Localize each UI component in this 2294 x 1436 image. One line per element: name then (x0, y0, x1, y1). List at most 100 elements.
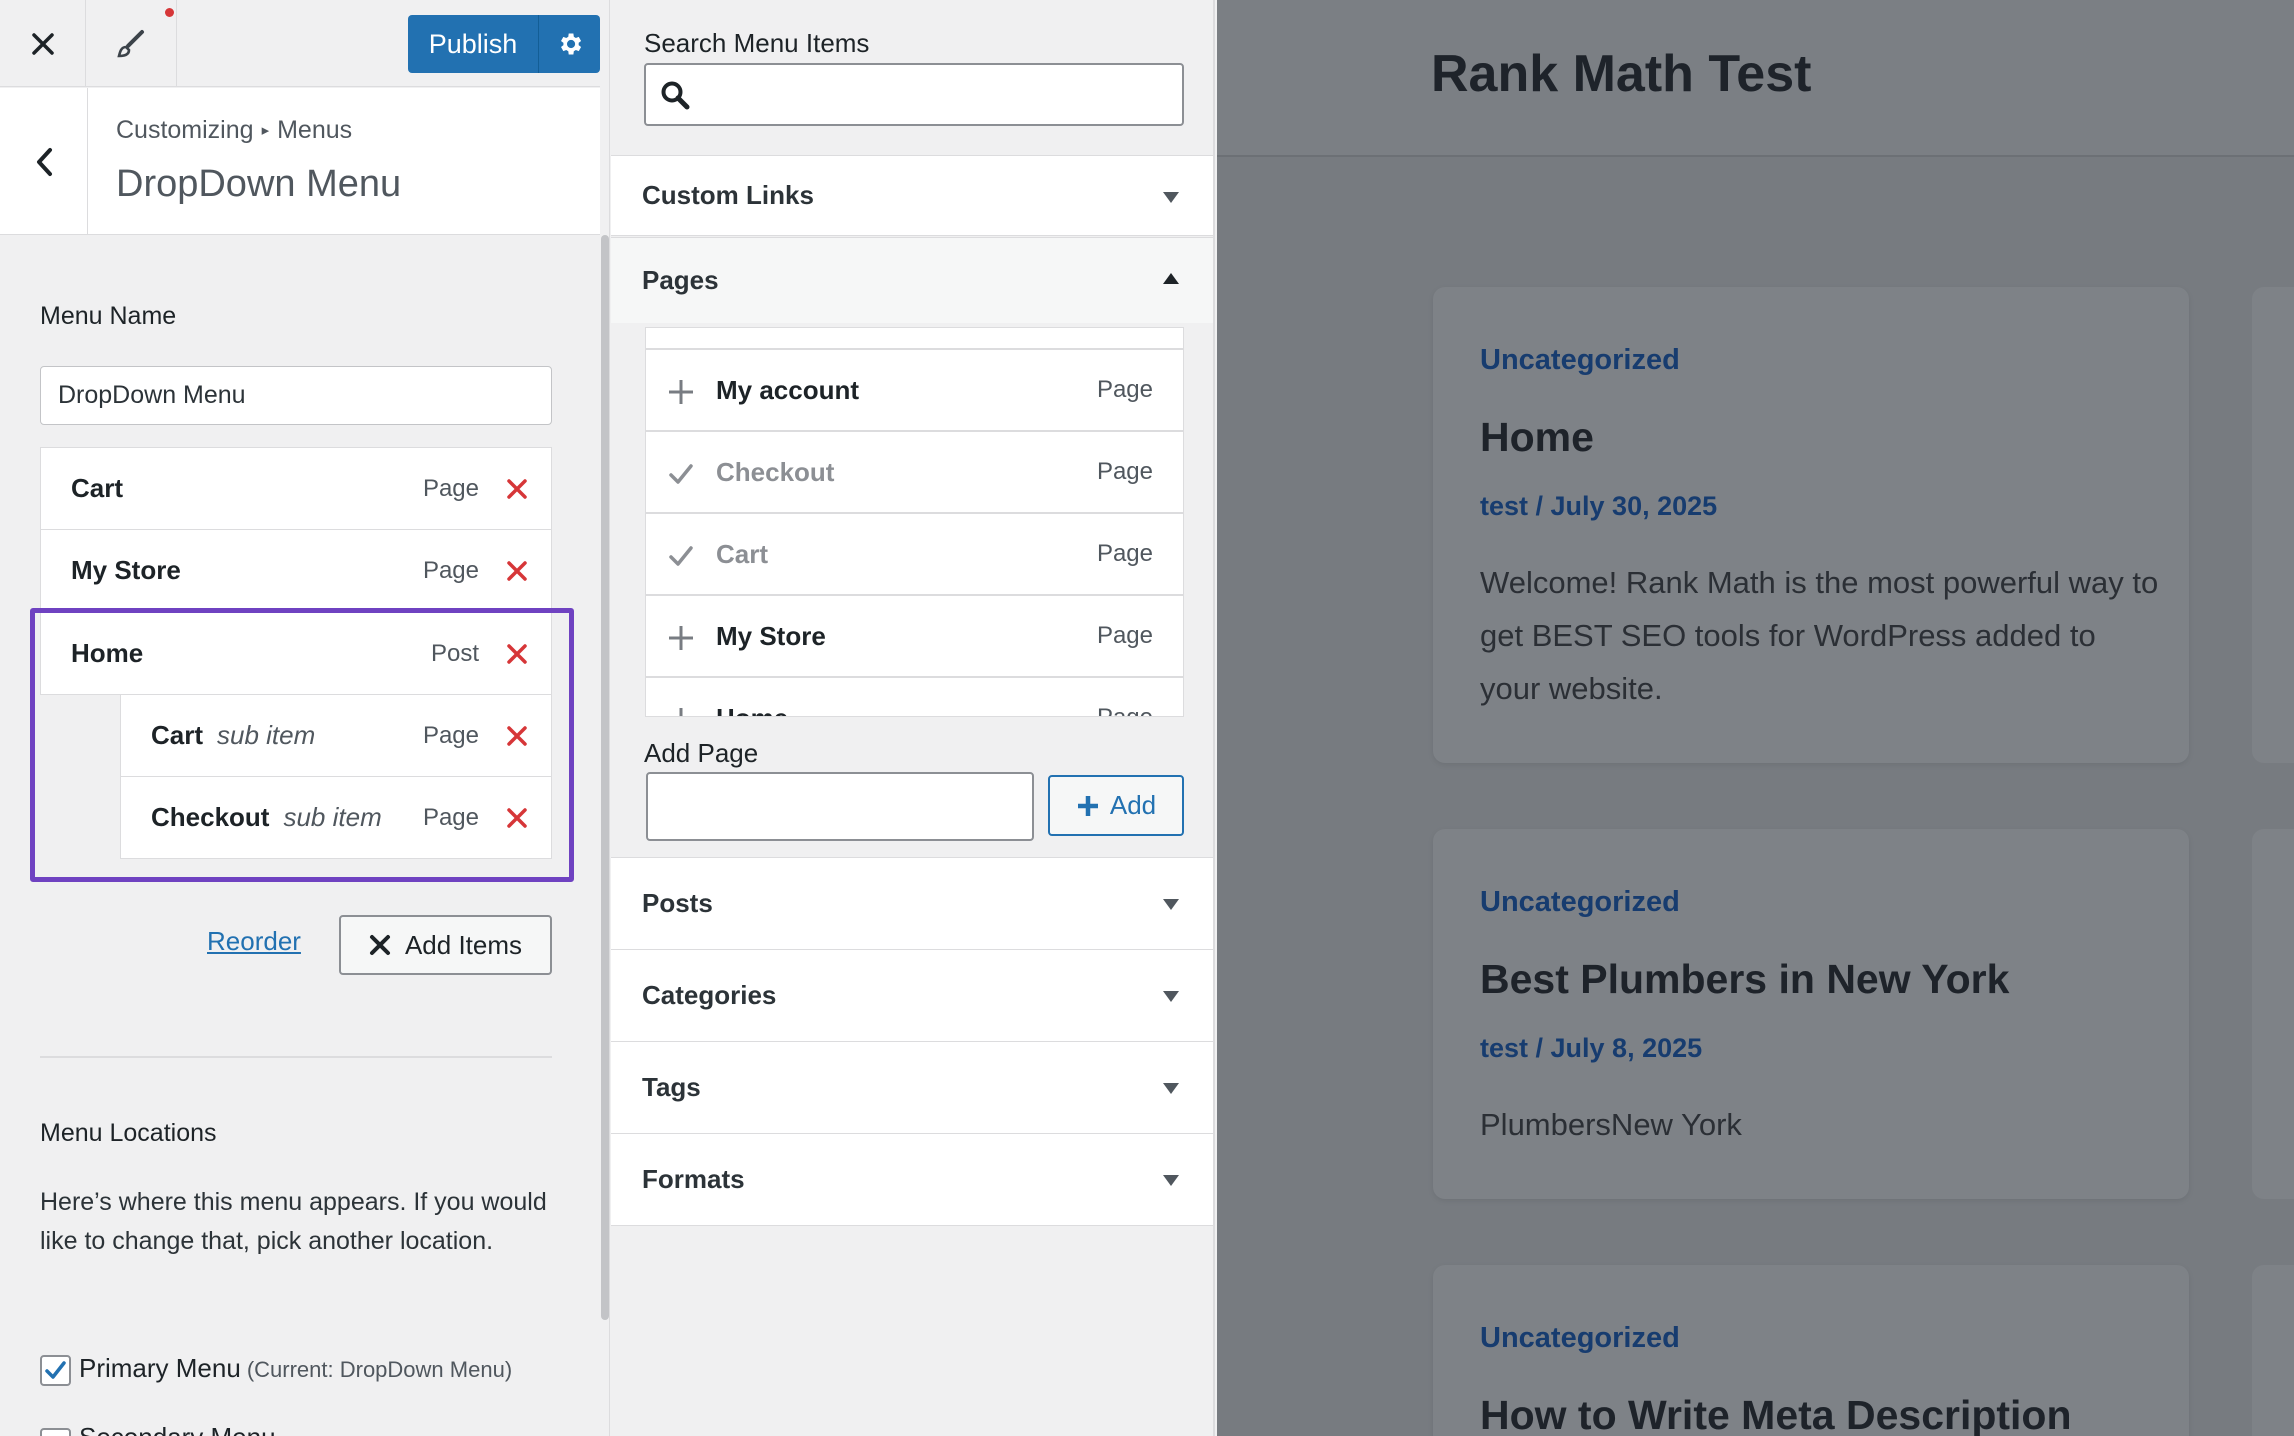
remove-icon[interactable] (503, 557, 531, 585)
post-excerpt: PlumbersNew York (1480, 1107, 1742, 1142)
add-page-input[interactable] (646, 772, 1034, 841)
page-title: Checkout (716, 456, 835, 487)
secondary-menu-label[interactable]: Secondary Menu (79, 1422, 276, 1436)
chevron-down-icon (1163, 1175, 1179, 1186)
sidebar-scrollbar-thumb[interactable] (601, 235, 609, 1320)
post-card-edge (2252, 287, 2294, 763)
page-row[interactable]: My Store Page (646, 596, 1183, 678)
remove-icon[interactable] (503, 475, 531, 503)
post-card: Uncategorized How to Write Meta Descript… (1433, 1265, 2189, 1436)
page-type: Page (1097, 704, 1153, 716)
chevron-down-icon (1163, 1083, 1179, 1094)
page-type: Page (1096, 622, 1153, 649)
accordion-tags[interactable]: Tags (611, 1041, 1213, 1134)
checkmark-icon (45, 1361, 66, 1379)
site-title[interactable]: Rank Math Test (1431, 44, 1811, 104)
post-category[interactable]: Uncategorized (1480, 886, 1680, 919)
menu-item-type: Page (422, 474, 479, 502)
page-row[interactable] (646, 328, 1183, 350)
add-items-button[interactable]: Add Items (339, 915, 552, 975)
site-preview[interactable]: Rank Math Test Uncategorized Home test /… (1217, 0, 2294, 1436)
menu-item[interactable]: My Store Page (40, 529, 552, 612)
plus-icon (669, 626, 693, 650)
pages-list[interactable]: My account Page Checkout Page Cart Page … (645, 327, 1184, 717)
close-icon (369, 935, 390, 955)
close-customizer-button[interactable] (0, 0, 86, 87)
post-category[interactable]: Uncategorized (1480, 1322, 1680, 1355)
publish-button[interactable]: Publish (408, 29, 538, 60)
menu-item-title: Cart (71, 473, 124, 503)
page-row[interactable]: My account Page (646, 350, 1183, 432)
plus-icon (669, 380, 693, 404)
publish-settings-button[interactable] (539, 30, 600, 58)
breadcrumb-separator: ▸ (261, 122, 270, 139)
available-menu-items-panel: Search Menu Items Custom Links Pages My … (611, 0, 1215, 1436)
menu-item[interactable]: Cart Page (40, 447, 552, 530)
breadcrumb-section: Menus (277, 116, 353, 144)
chevron-down-icon (1163, 192, 1179, 203)
highlight-outline (30, 608, 574, 882)
accordion-label: Custom Links (642, 180, 814, 210)
search-input[interactable] (644, 63, 1184, 126)
reorder-link[interactable]: Reorder (207, 926, 301, 957)
publish-button-group: Publish (408, 15, 600, 73)
secondary-menu-checkbox[interactable] (40, 1428, 71, 1436)
menu-locations-description: Here’s where this menu appears. If you w… (40, 1188, 547, 1255)
page-type: Page (1096, 540, 1153, 567)
post-card: Uncategorized Home test / July 30, 2025 … (1433, 287, 2189, 763)
add-page-button[interactable]: Add (1048, 775, 1184, 836)
search-label: Search Menu Items (644, 28, 870, 58)
page-title: My Store (716, 620, 826, 651)
checkmark-icon (669, 464, 693, 484)
back-button[interactable] (0, 88, 88, 235)
customizer-sidebar: Publish Customizing ▸ Menus DropDown Menu … (0, 0, 610, 1436)
accordion-label: Tags (642, 1072, 701, 1102)
accordion-custom-links[interactable]: Custom Links (611, 155, 1213, 236)
menu-item-title: My Store (71, 555, 181, 585)
post-meta[interactable]: test / July 8, 2025 (1480, 1033, 1702, 1064)
search-icon (661, 81, 690, 110)
post-title[interactable]: Best Plumbers in New York (1480, 956, 2009, 1003)
customize-design-button[interactable] (86, 0, 177, 87)
plus-icon (679, 708, 683, 716)
add-items-label: Add Items (404, 929, 523, 960)
primary-menu-label[interactable]: Primary Menu (Current: DropDown Menu) (79, 1353, 512, 1384)
page-type: Page (1096, 458, 1153, 485)
page-row[interactable]: Cart Page (646, 514, 1183, 596)
accordion-label: Formats (642, 1164, 745, 1194)
post-card: Uncategorized Best Plumbers in New York … (1433, 829, 2189, 1199)
post-title[interactable]: How to Write Meta Description (1480, 1392, 2072, 1436)
post-card-edge (2252, 829, 2294, 1199)
post-title[interactable]: Home (1480, 414, 1594, 461)
chevron-down-icon (1163, 991, 1179, 1002)
page-row[interactable]: Home Page (646, 678, 1183, 717)
primary-menu-text: Primary Menu (79, 1353, 241, 1383)
customizer-header-actions: Publish (0, 0, 600, 87)
section-header: Customizing ▸ Menus DropDown Menu (0, 88, 600, 235)
close-icon (31, 32, 54, 55)
chevron-left-icon (36, 147, 52, 176)
page-title: My account (716, 374, 860, 405)
chevron-down-icon (1163, 899, 1179, 910)
menu-name-field[interactable] (40, 366, 552, 425)
page-title: Cart (716, 538, 769, 569)
post-card-edge (2252, 1265, 2294, 1436)
page-row[interactable]: Checkout Page (646, 432, 1183, 514)
accordion-posts[interactable]: Posts (611, 857, 1213, 950)
post-category[interactable]: Uncategorized (1480, 344, 1680, 377)
section-title: DropDown Menu (116, 163, 402, 205)
post-excerpt: Welcome! Rank Math is the most powerful … (1480, 565, 2159, 706)
notification-dot (165, 8, 174, 17)
chevron-up-icon (1163, 273, 1179, 284)
breadcrumb-root: Customizing (116, 116, 254, 144)
page-title: Home (716, 703, 788, 717)
accordion-categories[interactable]: Categories (611, 949, 1213, 1042)
menu-locations-title: Menu Locations (40, 1119, 217, 1147)
menu-item-type: Page (422, 556, 479, 584)
accordion-label: Pages (642, 265, 719, 295)
primary-menu-checkbox[interactable] (40, 1355, 71, 1386)
accordion-pages[interactable]: Pages (611, 237, 1213, 323)
plus-icon (1077, 795, 1098, 816)
post-meta[interactable]: test / July 30, 2025 (1480, 491, 1717, 522)
accordion-formats[interactable]: Formats (611, 1133, 1213, 1226)
